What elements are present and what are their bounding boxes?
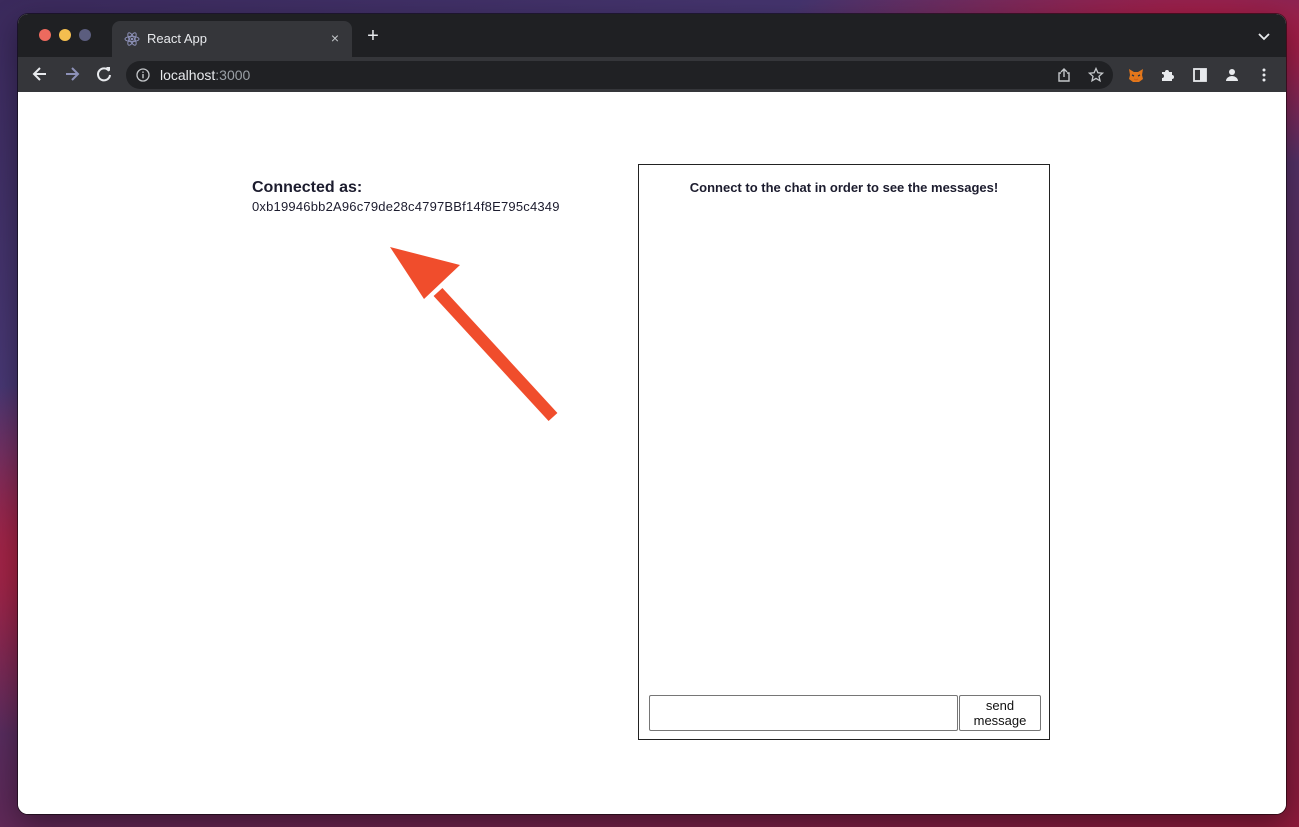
fox-icon[interactable]: [1127, 66, 1145, 84]
address-bar[interactable]: localhost:3000: [126, 61, 1113, 89]
chevron-down-icon[interactable]: [1256, 28, 1272, 44]
tab-close-button[interactable]: ×: [326, 29, 344, 47]
browser-window: React App × + localhost:3000 Connected a…: [18, 14, 1286, 814]
kebab-menu-icon[interactable]: [1255, 66, 1273, 84]
browser-tab[interactable]: React App ×: [112, 21, 352, 57]
chat-panel: Connect to the chat in order to see the …: [638, 164, 1050, 740]
url-host: localhost: [160, 67, 216, 83]
annotation-arrow: [390, 247, 558, 422]
arrow-right-icon[interactable]: [62, 64, 82, 84]
tab-title: React App: [147, 31, 207, 46]
message-input[interactable]: [649, 695, 958, 731]
wallet-address: 0xb19946bb2A96c79de28c4797BBf14f8E795c43…: [252, 199, 560, 214]
person-icon[interactable]: [1223, 66, 1241, 84]
chat-heading: Connect to the chat in order to see the …: [689, 180, 999, 195]
star-icon[interactable]: [1088, 67, 1104, 83]
page-content: Connected as: 0xb19946bb2A96c79de28c4797…: [18, 92, 1286, 814]
url-text: localhost:3000: [160, 67, 250, 83]
arrow-left-icon[interactable]: [30, 64, 50, 84]
window-maximize-button[interactable]: [79, 29, 91, 41]
window-minimize-button[interactable]: [59, 29, 71, 41]
react-logo-icon: [124, 32, 140, 46]
new-tab-button[interactable]: +: [363, 26, 383, 46]
title-bar: React App × +: [18, 14, 1286, 57]
connected-label: Connected as:: [252, 179, 363, 196]
browser-toolbar: localhost:3000: [18, 57, 1286, 92]
send-message-button[interactable]: send message: [959, 695, 1041, 731]
info-icon[interactable]: [136, 68, 150, 82]
url-port: :3000: [215, 67, 251, 83]
reload-icon[interactable]: [94, 64, 114, 84]
puzzle-icon[interactable]: [1159, 66, 1177, 84]
window-close-button[interactable]: [39, 29, 51, 41]
side-panel-icon[interactable]: [1191, 66, 1209, 84]
share-icon[interactable]: [1056, 67, 1072, 83]
